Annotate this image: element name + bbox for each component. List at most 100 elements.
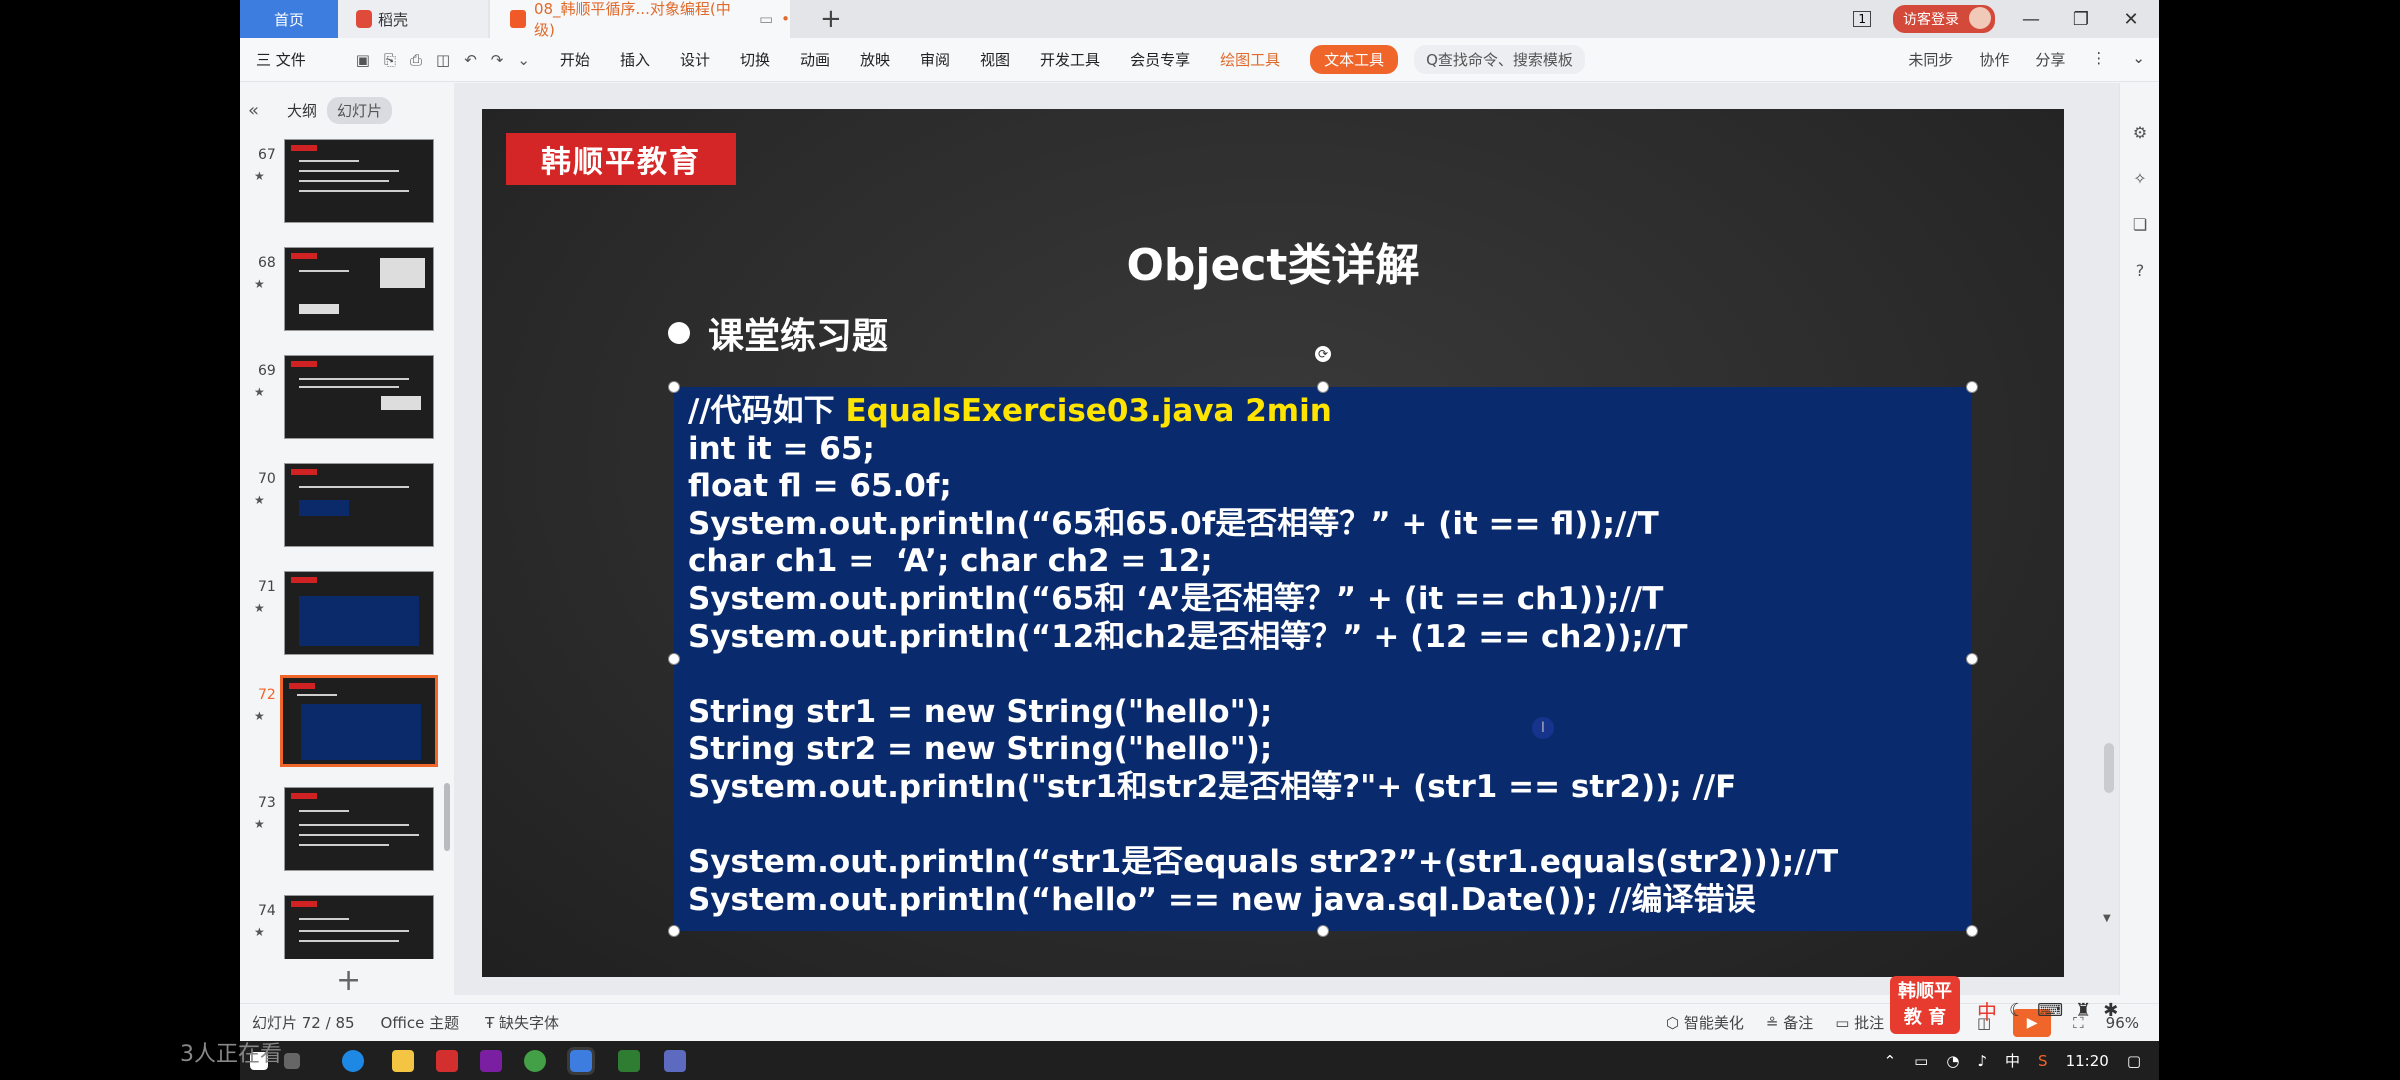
resize-handle-b[interactable]	[1317, 925, 1329, 937]
close-icon[interactable]: ✕	[2117, 9, 2145, 30]
tab-slides[interactable]: 幻灯片	[327, 97, 393, 124]
moon-icon[interactable]: ☾	[2009, 1000, 2025, 1021]
menu-transition[interactable]: 切换	[740, 49, 770, 70]
smart-beautify-button[interactable]: ⬡ 智能美化	[1666, 1012, 1744, 1033]
comment-icon: ▭	[1835, 1014, 1855, 1032]
missing-font-button[interactable]: Ŧ 缺失字体	[485, 1012, 559, 1033]
canvas-scrollbar[interactable]: ▼	[2100, 83, 2118, 995]
sogou-icon[interactable]: S	[2038, 1052, 2048, 1070]
slide-panel-icon[interactable]: ❏	[2130, 215, 2150, 235]
resize-handle-tr[interactable]	[1966, 381, 1978, 393]
menu-start[interactable]: 开始	[560, 49, 590, 70]
command-search[interactable]: Q查找命令、搜索模板	[1414, 45, 1585, 74]
collapse-ribbon-icon[interactable]: ⌄	[2132, 49, 2145, 70]
camtasia-icon[interactable]	[618, 1050, 640, 1072]
redo-icon[interactable]: ↷	[491, 51, 504, 69]
thumbnail-73[interactable]: 73 ★	[240, 787, 450, 883]
print-preview-icon[interactable]: ◫	[436, 51, 450, 69]
thumbnail-number: 74	[258, 903, 276, 919]
thumbnail-70[interactable]: 70 ★	[240, 463, 450, 559]
tab-document[interactable]: 08_韩顺平循序...对象编程(中级) ▭ •	[490, 0, 790, 39]
menu-view[interactable]: 视图	[980, 49, 1010, 70]
tray-ime[interactable]: 中	[2005, 1050, 2020, 1071]
menu-animation[interactable]: 动画	[800, 49, 830, 70]
current-slide[interactable]: 韩顺平教育 Object类详解 课堂练习题 //代码如下 EqualsExerc…	[482, 109, 2064, 977]
undo-icon[interactable]: ↶	[464, 51, 477, 69]
resize-handle-t[interactable]	[1317, 381, 1329, 393]
collaborate-button[interactable]: 协作	[1979, 49, 2009, 70]
scroll-thumb[interactable]	[2104, 743, 2114, 793]
thumbnail-image	[284, 787, 434, 871]
help-icon[interactable]: ?	[2130, 261, 2150, 281]
intellij-icon[interactable]	[480, 1050, 502, 1072]
print-icon[interactable]: ⎙	[410, 51, 422, 69]
battery-icon[interactable]: ▭	[1914, 1052, 1928, 1070]
collapse-panel-icon[interactable]: «	[248, 100, 259, 121]
share-button[interactable]: 分享	[2035, 49, 2065, 70]
app-icon[interactable]	[664, 1050, 686, 1072]
more-dropdown-icon[interactable]: ⌄	[517, 51, 530, 69]
resize-handle-l[interactable]	[668, 653, 680, 665]
thumbnail-68[interactable]: 68 ★	[240, 247, 450, 343]
minimize-icon[interactable]: —	[2017, 9, 2045, 30]
xmind-icon[interactable]	[436, 1050, 458, 1072]
slide-title[interactable]: Object类详解	[482, 229, 2064, 293]
comments-button[interactable]: ▭ 批注	[1835, 1012, 1884, 1033]
status-bar: 幻灯片 72 / 85 Office 主题 Ŧ 缺失字体 ⬡ 智能美化 ≗ 备注…	[240, 1003, 2159, 1041]
thumbnail-67[interactable]: 67 ★	[240, 139, 450, 235]
add-tab-button[interactable]: +	[820, 4, 842, 34]
thumbnail-scrollbar[interactable]	[444, 783, 450, 851]
restore-icon[interactable]: ❐	[2067, 9, 2095, 30]
menu-slideshow[interactable]: 放映	[860, 49, 890, 70]
tab-daoke[interactable]: 稻壳	[338, 0, 488, 38]
sync-status[interactable]: 未同步	[1908, 49, 1953, 70]
rotate-handle-icon[interactable]: ⟳	[1315, 346, 1331, 362]
notes-button[interactable]: ≗ 备注	[1766, 1012, 1813, 1033]
notification-icon[interactable]: ▢	[2127, 1052, 2141, 1070]
tab-text-tools[interactable]: 文本工具	[1310, 45, 1399, 74]
explorer-icon[interactable]	[392, 1050, 414, 1072]
tab-outline[interactable]: 大纲	[287, 100, 317, 121]
edge-icon[interactable]	[342, 1050, 364, 1072]
code-line-text: System.out.println(“65和 ‘A’是否相等？” + (it …	[688, 580, 1664, 617]
file-menu[interactable]: 三 文件	[256, 49, 306, 70]
shirt-icon[interactable]: ♜	[2075, 1000, 2091, 1021]
code-textbox[interactable]: //代码如下 EqualsExercise03.java 2min int it …	[674, 387, 1972, 931]
menu-design[interactable]: 设计	[680, 49, 710, 70]
menu-member[interactable]: 会员专享	[1130, 49, 1190, 70]
keyboard-icon[interactable]: ⌨	[2037, 1000, 2063, 1021]
task-view-icon[interactable]	[284, 1053, 300, 1069]
save-icon[interactable]: ▣	[356, 51, 370, 69]
menu-insert[interactable]: 插入	[620, 49, 650, 70]
volume-icon[interactable]: ♪	[1977, 1052, 1987, 1070]
tray-up-icon[interactable]: ⌃	[1884, 1052, 1897, 1070]
add-slide-button[interactable]: +	[336, 963, 361, 998]
thumbnail-69[interactable]: 69 ★	[240, 355, 450, 451]
ime-mode[interactable]: 中	[1977, 996, 1997, 1025]
network-icon[interactable]: ◔	[1946, 1052, 1959, 1070]
more-icon[interactable]: ⋮	[2091, 49, 2106, 70]
resize-handle-tl[interactable]	[668, 381, 680, 393]
format-painter-icon[interactable]: ⎘	[384, 51, 396, 69]
wrench-icon[interactable]: ✱	[2103, 1000, 2118, 1021]
guest-login-button[interactable]: 访客登录	[1893, 5, 1995, 33]
thumbnail-74[interactable]: 74 ★	[240, 895, 450, 959]
thumbnail-71[interactable]: 71 ★	[240, 571, 450, 667]
chrome-icon[interactable]	[524, 1050, 546, 1072]
resize-handle-r[interactable]	[1966, 653, 1978, 665]
window-count-badge[interactable]: 1	[1853, 11, 1871, 27]
wps-icon[interactable]	[567, 1047, 595, 1075]
resize-handle-br[interactable]	[1966, 925, 1978, 937]
settings-sliders-icon[interactable]: ⚙	[2130, 123, 2150, 143]
tab-home[interactable]: 首页	[240, 0, 338, 38]
menu-review[interactable]: 审阅	[920, 49, 950, 70]
menu-developer[interactable]: 开发工具	[1040, 49, 1100, 70]
code-line-text: System.out.println(“12和ch2是否相等？” + (12 =…	[688, 618, 1688, 655]
pin-icon[interactable]: ✧	[2130, 169, 2150, 189]
tab-drawing-tools[interactable]: 绘图工具	[1220, 49, 1280, 70]
bullet-heading[interactable]: 课堂练习题	[668, 307, 888, 359]
scroll-down-icon[interactable]: ▼	[2103, 913, 2111, 924]
resize-handle-bl[interactable]	[668, 925, 680, 937]
thumbnail-72-selected[interactable]: 72 ★	[240, 675, 450, 775]
clock[interactable]: 11:20	[2066, 1052, 2109, 1070]
